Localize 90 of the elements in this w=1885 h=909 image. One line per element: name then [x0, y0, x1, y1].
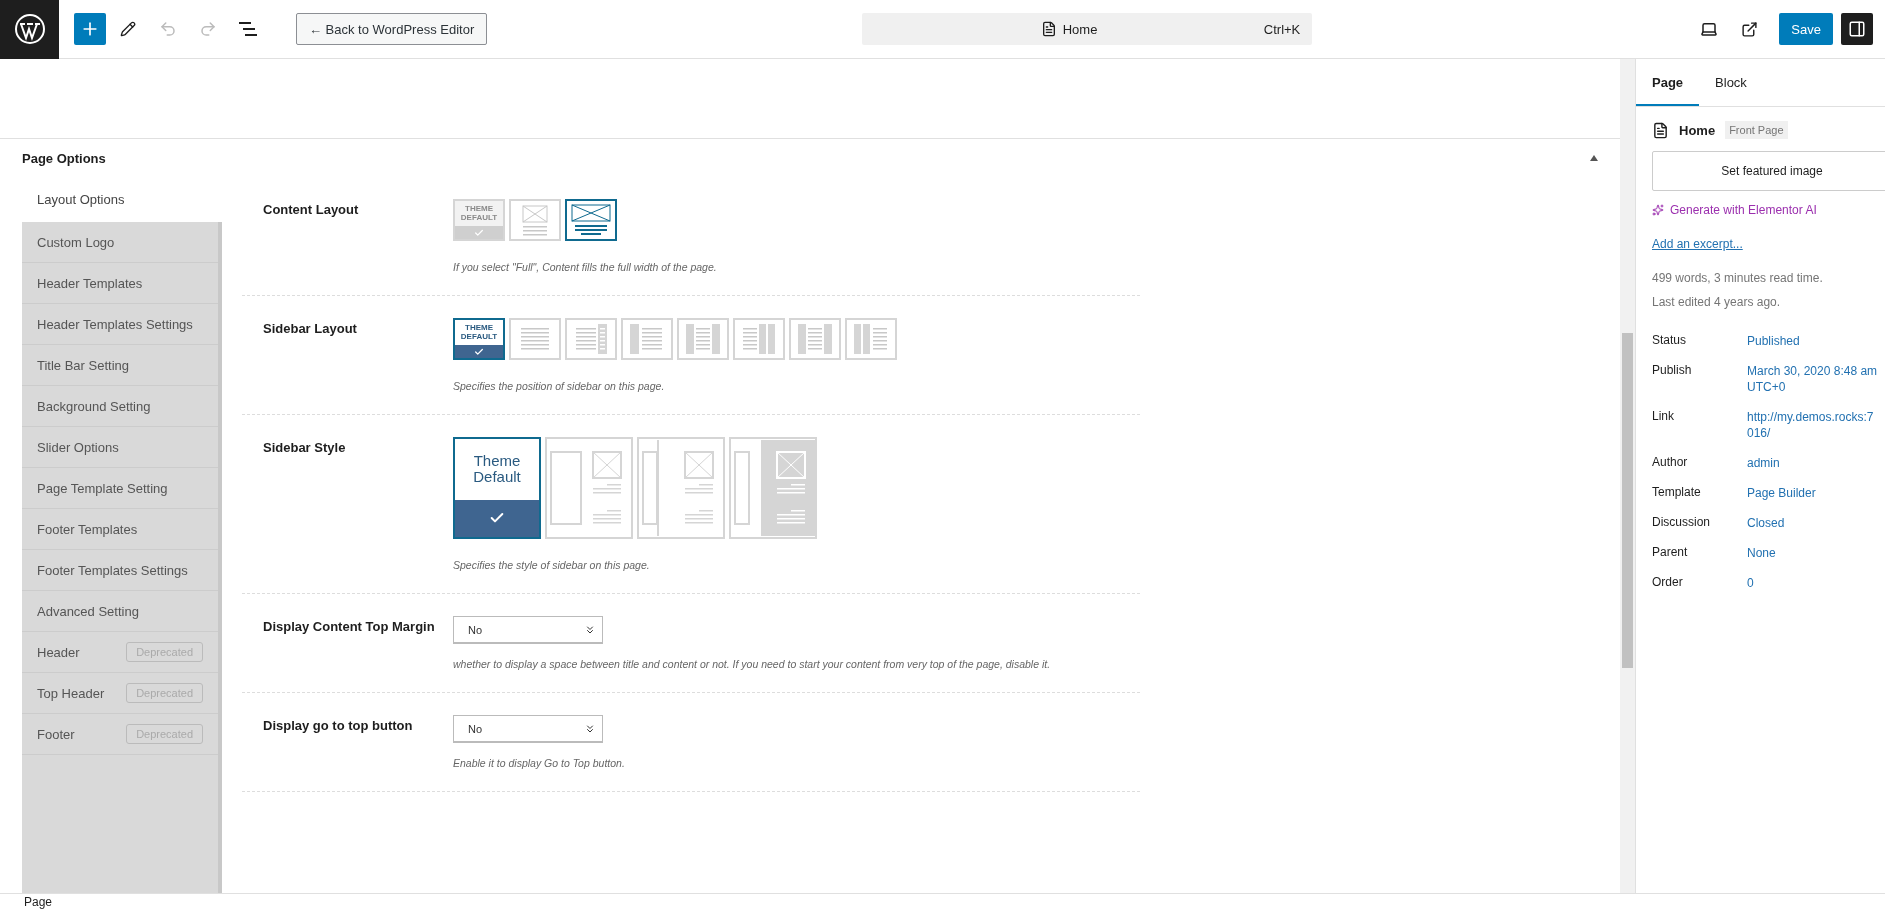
- meta-label: Order: [1652, 575, 1684, 591]
- add-block-button[interactable]: [74, 13, 106, 45]
- theme-default-option[interactable]: Theme Default: [453, 437, 541, 539]
- theme-default-option[interactable]: THEME DEFAULT: [453, 199, 505, 241]
- both-sidebars-layout-icon: [685, 324, 721, 354]
- collapse-icon[interactable]: [1590, 155, 1598, 161]
- nav-item[interactable]: Footer Templates Settings: [22, 550, 218, 591]
- full-width-layout-icon: [571, 204, 611, 236]
- two-left-sidebars-layout-icon: [853, 324, 889, 354]
- laptop-icon: [1700, 20, 1719, 38]
- meta-value-link[interactable]: None: [1747, 545, 1776, 561]
- option-label: Display Content Top Margin: [262, 618, 436, 636]
- breadcrumb: Page: [0, 893, 1885, 909]
- pencil-icon: [120, 21, 136, 37]
- right-sidebar-layout-icon: [573, 324, 609, 354]
- option-label: Sidebar Layout: [262, 320, 358, 338]
- help-text: Specifies the style of sidebar on this page.: [453, 559, 651, 571]
- post-stat: 499 words, 3 minutes read time.: [1652, 271, 1824, 285]
- option-label: Content Layout: [262, 201, 360, 219]
- meta-label: Parent: [1652, 545, 1689, 561]
- redo-icon: [199, 20, 217, 38]
- sidebar-style-icon: [731, 440, 815, 536]
- option-label: THEME DEFAULT: [459, 321, 499, 343]
- document-icon: [1040, 21, 1057, 37]
- layout-option[interactable]: [565, 199, 617, 241]
- meta-value-link[interactable]: March 30, 2020 8:48 am UTC+0: [1747, 363, 1878, 395]
- meta-value-link[interactable]: Page Builder: [1747, 485, 1816, 501]
- ai-link[interactable]: Generate with Elementor AI: [1652, 203, 1885, 217]
- meta-label: Author: [1652, 455, 1689, 471]
- excerpt-link[interactable]: Add an excerpt...: [1652, 237, 1885, 251]
- nav-item[interactable]: Slider Options: [22, 427, 218, 468]
- nav-item[interactable]: Header Templates: [22, 263, 218, 304]
- chevron-icon: [584, 623, 596, 636]
- command-bar[interactable]: Home Ctrl+K: [862, 13, 1313, 45]
- sidebar-tab[interactable]: Page: [1636, 59, 1700, 106]
- undo-icon: [159, 20, 177, 38]
- wordpress-logo-icon: [13, 13, 46, 45]
- external-link-icon: [1740, 20, 1758, 38]
- wordpress-logo[interactable]: [0, 0, 59, 59]
- sidebar-toggle-button[interactable]: [1841, 13, 1873, 45]
- document-title: Home: [1062, 21, 1098, 37]
- meta-value-link[interactable]: Closed: [1747, 515, 1785, 531]
- help-text: Specifies the position of sidebar on this page.: [453, 380, 666, 392]
- nav-item[interactable]: Footer Templates: [22, 509, 218, 550]
- scrollbar[interactable]: [1620, 59, 1635, 893]
- back-button[interactable]: ← Back to WordPress Editor: [296, 13, 488, 45]
- meta-value-link[interactable]: admin: [1747, 455, 1780, 471]
- meta-label: Publish: [1652, 363, 1693, 379]
- post-stat: Last edited 4 years ago.: [1652, 295, 1782, 309]
- nav-item[interactable]: Background Setting: [22, 386, 218, 427]
- shortcut-label: Ctrl+K: [1263, 21, 1301, 37]
- check-icon: [474, 227, 484, 238]
- front-page-badge: Front Page: [1725, 121, 1788, 139]
- panel-icon: [1848, 20, 1866, 38]
- meta-label: Status: [1652, 333, 1688, 349]
- featured-image-button[interactable]: Set featured image: [1652, 151, 1885, 191]
- help-text: If you select "Full", Content fills the full width of the page.: [453, 261, 718, 273]
- meta-value-link[interactable]: Published: [1747, 333, 1800, 349]
- nav-item[interactable]: Title Bar Setting: [22, 345, 218, 386]
- meta-value-link[interactable]: http://my.demos.rocks:7 016/: [1747, 409, 1874, 441]
- select-field[interactable]: No: [453, 616, 603, 644]
- check-icon: [474, 346, 484, 357]
- option-label: THEME DEFAULT: [459, 202, 499, 224]
- nav-item[interactable]: Page Template Setting: [22, 468, 218, 509]
- option-label: Theme Default: [472, 450, 522, 488]
- chevron-icon: [584, 722, 596, 735]
- two-right-sidebars-layout-icon: [741, 324, 777, 354]
- sparkles-icon: [1652, 204, 1664, 216]
- help-text: Enable it to display Go to Top button.: [453, 757, 626, 769]
- both-sidebars-layout-icon: [797, 324, 833, 354]
- option-label: Sidebar Style: [262, 439, 347, 457]
- list-view-icon: [239, 22, 257, 36]
- panel-title: Page Options: [22, 150, 106, 166]
- save-button[interactable]: Save: [1779, 13, 1833, 45]
- meta-label: Discussion: [1652, 515, 1712, 531]
- post-title: Home: [1679, 122, 1716, 138]
- nav-item[interactable]: Advanced Setting: [22, 591, 218, 632]
- scrollbar-thumb[interactable]: [1622, 333, 1633, 668]
- meta-label: Template: [1652, 485, 1702, 501]
- document-icon: [1652, 121, 1669, 139]
- option-label: Display go to top button: [262, 717, 414, 735]
- meta-label: Link: [1652, 409, 1675, 425]
- left-sidebar-layout-icon: [629, 324, 665, 354]
- nav-item[interactable]: Custom Logo: [22, 222, 218, 263]
- meta-value-link[interactable]: 0: [1747, 575, 1754, 591]
- theme-default-option[interactable]: THEME DEFAULT: [453, 318, 505, 360]
- select-field[interactable]: No: [453, 715, 603, 743]
- help-text: whether to display a space between title and content or not. If you need to start your content from very top of the page, disable it.: [453, 658, 1052, 670]
- sidebar-tab[interactable]: Block: [1699, 59, 1763, 106]
- nav-item[interactable]: Header Templates Settings: [22, 304, 218, 345]
